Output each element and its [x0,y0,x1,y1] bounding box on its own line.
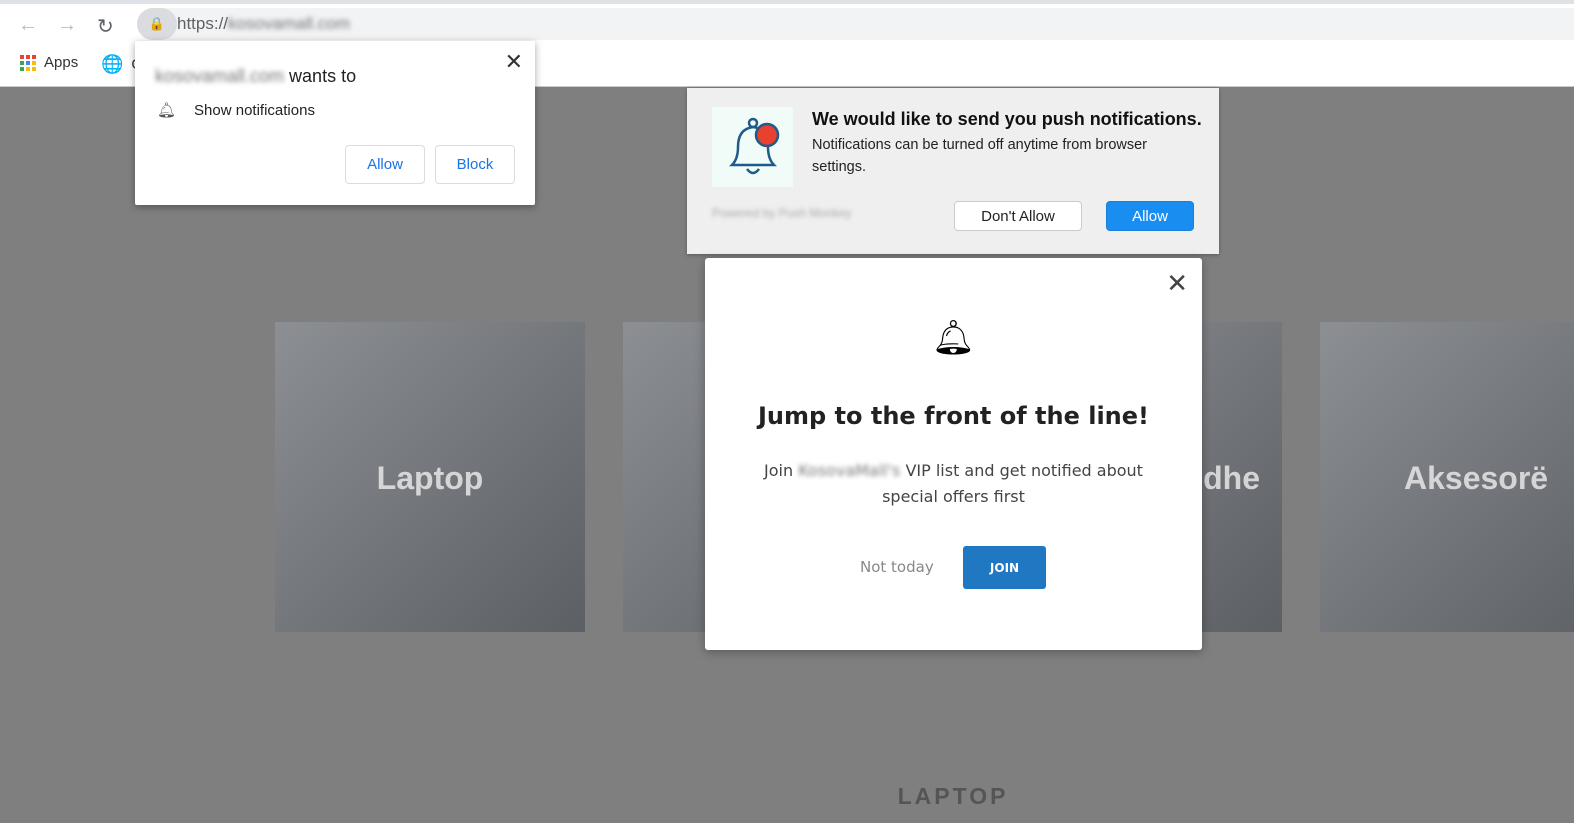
category-tile[interactable]: Laptop [275,322,585,632]
bell-icon: 🔔︎ [931,319,976,357]
browser-toolbar: ← → ↻ 🔒 https://kosovamall.com [0,0,1574,41]
section-title: LAPTOP [897,783,1009,809]
close-icon[interactable]: ✕ [505,49,523,75]
category-label: Aksesorë [1404,460,1549,496]
url-prefix: https:// [177,14,229,33]
join-button[interactable]: JOIN [963,546,1046,589]
notification-permission-prompt: kosovamall.com wants to ✕ 🔔︎ Show notific… [135,41,535,205]
lock-icon[interactable]: 🔒 [137,8,177,40]
reload-button[interactable]: ↻ [97,14,114,39]
close-icon[interactable]: ✕ [1166,268,1188,299]
push-body: Notifications can be turned off anytime … [812,137,1148,175]
not-today-button[interactable]: Not today [860,558,934,576]
forward-button[interactable]: → [57,14,77,37]
bell-icon: 🔔︎ [157,102,177,119]
block-button[interactable]: Block [435,145,515,184]
bookmark-apps[interactable]: Apps [20,54,78,71]
modal-message: Join KosovaMall's VIP list and get notif… [745,458,1162,510]
dont-allow-button[interactable]: Don't Allow [954,201,1082,231]
bookmark-label: Apps [44,54,79,71]
prompt-domain: kosovamall.com [155,66,285,86]
msg-text: Join [764,461,799,480]
bell-badge-icon [712,107,793,187]
push-allow-button[interactable]: Allow [1106,201,1194,231]
push-title: We would like to send you push notificat… [812,109,1202,129]
permission-item: Show notifications [194,101,315,119]
powered-by: Powered by Push Monkey [712,206,852,220]
address-bar[interactable]: 🔒 https://kosovamall.com [137,8,1574,40]
back-button[interactable]: ← [18,14,38,37]
brand-name: KosovaMall's [798,461,901,480]
msg-text: VIP list and get notified about special … [882,461,1143,506]
category-label: Laptop [376,460,484,496]
push-notification-prompt: We would like to send you push notificat… [687,88,1219,254]
allow-button[interactable]: Allow [345,145,425,184]
category-tile[interactable]: Aksesorë [1320,322,1574,632]
globe-icon: 🌐 [101,54,124,74]
apps-grid-icon [20,54,36,71]
url-domain: kosovamall.com [228,14,350,33]
vip-signup-modal: ✕ 🔔︎ Jump to the front of the line! Join… [705,258,1202,650]
modal-title: Jump to the front of the line! [758,402,1149,430]
prompt-title: wants to [284,66,357,86]
